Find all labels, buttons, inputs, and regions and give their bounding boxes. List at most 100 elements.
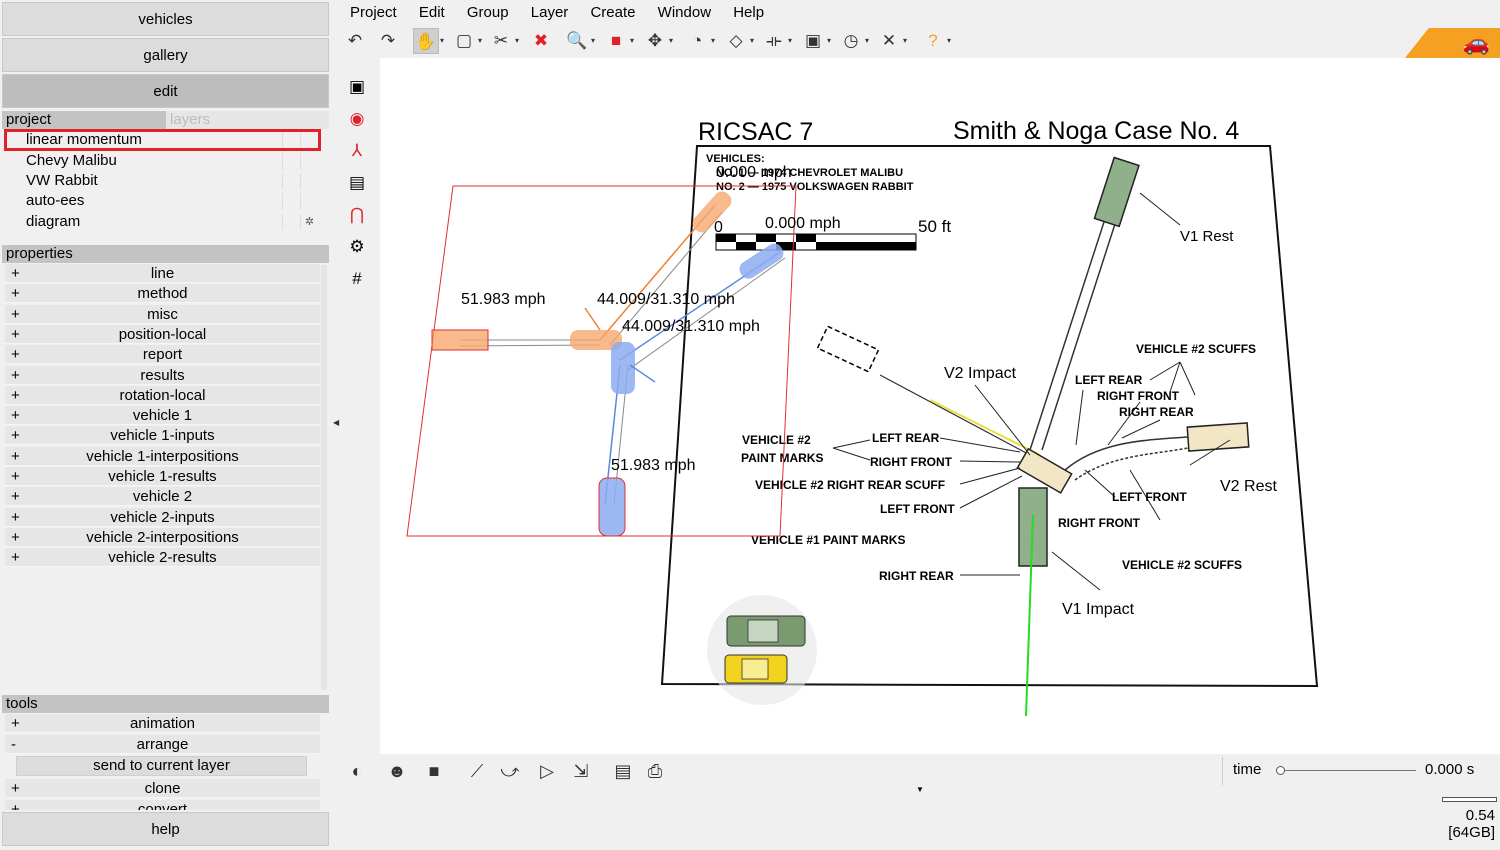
visibility-cell[interactable] — [282, 214, 300, 230]
menu-create[interactable]: Create — [590, 4, 635, 21]
visibility-cell[interactable] — [282, 153, 300, 169]
play-icon[interactable]: ▷ — [533, 757, 561, 785]
tilt-icon[interactable]: ◇ — [723, 28, 749, 54]
scissors-icon[interactable]: ✂ — [488, 28, 514, 54]
expand-arrow-icon[interactable]: ▼ — [916, 785, 924, 794]
tool-clone[interactable]: + clone — [5, 779, 320, 798]
tool-animation[interactable]: + animation — [5, 714, 320, 733]
menu-layer[interactable]: Layer — [531, 4, 569, 21]
print-icon[interactable]: ⎙ — [641, 757, 669, 785]
visibility-cell[interactable] — [282, 193, 300, 209]
shading-icon[interactable]: ◐ — [343, 757, 371, 785]
image-icon[interactable]: ▤ — [343, 170, 371, 196]
tab-project[interactable]: project — [6, 111, 166, 129]
visibility-cell[interactable] — [282, 173, 300, 189]
menu-group[interactable]: Group — [467, 4, 509, 21]
axes-icon[interactable]: ⅄ — [343, 138, 371, 164]
dropdown-arrow-icon[interactable]: ▾ — [788, 28, 792, 54]
send-to-current-layer-button[interactable]: send to current layer — [16, 756, 307, 776]
property-results[interactable]: + results — [5, 365, 320, 385]
move-icon[interactable]: ✥ — [642, 28, 668, 54]
property-method[interactable]: + method — [5, 284, 320, 304]
camera-icon[interactable]: ▣ — [343, 74, 371, 100]
grid-icon[interactable]: # — [343, 266, 371, 292]
property-vehicle-1[interactable]: + vehicle 1 — [5, 406, 320, 426]
gallery-button[interactable]: gallery — [2, 38, 329, 72]
project-item-vw-rabbit[interactable]: VW Rabbit — [5, 171, 320, 191]
fill-icon[interactable]: ■ — [420, 757, 448, 785]
zoom-icon[interactable]: 🔍 — [564, 28, 590, 54]
pan-hand-icon[interactable]: ✋ — [413, 28, 439, 54]
vehicle-models[interactable] — [707, 595, 817, 705]
dropdown-arrow-icon[interactable]: ▾ — [669, 28, 673, 54]
measure-icon[interactable]: ⟛ — [761, 28, 787, 54]
time-slider-handle[interactable] — [1276, 766, 1285, 775]
animate-icon[interactable]: ⤻ — [496, 757, 524, 785]
dropdown-arrow-icon[interactable]: ▾ — [440, 28, 444, 54]
dropdown-arrow-icon[interactable]: ▾ — [903, 28, 907, 54]
project-item-auto-ees[interactable]: auto-ees — [5, 191, 320, 211]
tool-convert[interactable]: + convert — [5, 800, 320, 810]
project-item-linear-momentum[interactable]: linear momentum — [4, 129, 321, 151]
chart-icon[interactable]: ⟋ — [463, 757, 491, 785]
property-line[interactable]: + line — [5, 264, 320, 283]
dropdown-arrow-icon[interactable]: ▾ — [478, 28, 482, 54]
cube-icon[interactable]: ■ — [603, 28, 629, 54]
dropdown-arrow-icon[interactable]: ▾ — [711, 28, 715, 54]
lock-cell[interactable] — [300, 153, 318, 169]
lock-cell[interactable] — [300, 193, 318, 209]
property-vehicle-1-results[interactable]: + vehicle 1-results — [5, 467, 320, 486]
dropdown-arrow-icon[interactable]: ▾ — [515, 28, 519, 54]
tool-arrange[interactable]: - arrange — [5, 735, 320, 754]
property-report[interactable]: + report — [5, 345, 320, 365]
target-icon[interactable]: ◉ — [343, 106, 371, 132]
dropdown-arrow-icon[interactable]: ▾ — [591, 28, 595, 54]
settings-icon[interactable]: ⚙ — [343, 234, 371, 260]
dropdown-arrow-icon[interactable]: ▾ — [865, 28, 869, 54]
property-position-local[interactable]: + position-local — [5, 324, 320, 344]
menu-edit[interactable]: Edit — [419, 4, 445, 21]
property-vehicle-1-inputs[interactable]: + vehicle 1-inputs — [5, 426, 320, 446]
viewport-canvas[interactable]: RICSAC 7 Smith & Noga Case No. 4 VEHICLE… — [380, 58, 1500, 754]
select-rect-icon[interactable]: ▢ — [451, 28, 477, 54]
magnet-icon[interactable]: ⋂ — [343, 202, 371, 228]
property-vehicle-1-interpositions[interactable]: + vehicle 1-interpositions — [5, 446, 320, 466]
vehicles-button[interactable]: vehicles — [2, 2, 329, 36]
help-icon[interactable]: ? — [920, 28, 946, 54]
gear-icon[interactable]: ✲ — [300, 214, 318, 230]
undo-icon[interactable]: ↶ — [342, 28, 368, 54]
redo-icon[interactable]: ↷ — [375, 28, 401, 54]
edit-button[interactable]: edit — [2, 74, 329, 108]
property-misc[interactable]: + misc — [5, 304, 320, 324]
property-vehicle-2-inputs[interactable]: + vehicle 2-inputs — [5, 507, 320, 527]
visibility-cell[interactable] — [282, 132, 300, 148]
tool-icon[interactable]: ✕ — [876, 28, 902, 54]
report-icon[interactable]: ▤ — [609, 757, 637, 785]
gauge-icon[interactable]: ◷ — [838, 28, 864, 54]
help-button[interactable]: help — [2, 812, 329, 846]
delete-x-icon[interactable]: ✖ — [528, 28, 554, 54]
property-vehicle-2-results[interactable]: + vehicle 2-results — [5, 548, 320, 568]
property-vehicle-2[interactable]: + vehicle 2 — [5, 487, 320, 507]
project-item-chevy-malibu[interactable]: Chevy Malibu — [5, 151, 320, 171]
menu-project[interactable]: Project — [350, 4, 397, 21]
time-slider[interactable] — [1276, 766, 1416, 775]
frame-icon[interactable]: ▣ — [800, 28, 826, 54]
property-vehicle-2-interpositions[interactable]: + vehicle 2-interpositions — [5, 527, 320, 547]
property-rotation-local[interactable]: + rotation-local — [5, 385, 320, 405]
menu-window[interactable]: Window — [658, 4, 711, 21]
lock-cell[interactable] — [300, 173, 318, 189]
tab-layers[interactable]: layers — [166, 111, 329, 129]
collapse-panel-arrow-icon[interactable]: ◀ — [333, 418, 339, 427]
dropdown-arrow-icon[interactable]: ▾ — [750, 28, 754, 54]
dropdown-arrow-icon[interactable]: ▾ — [827, 28, 831, 54]
rotate-icon[interactable]: ◔ — [684, 28, 710, 54]
dropdown-arrow-icon[interactable]: ▾ — [947, 28, 951, 54]
menu-help[interactable]: Help — [733, 4, 764, 21]
export-icon[interactable]: ⇲ — [567, 757, 595, 785]
lock-cell[interactable] — [300, 132, 318, 148]
project-item-diagram[interactable]: diagram ✲ — [5, 212, 320, 232]
dropdown-arrow-icon[interactable]: ▾ — [630, 28, 634, 54]
properties-scrollbar[interactable] — [321, 265, 327, 690]
head-icon[interactable]: ☻ — [383, 757, 411, 785]
